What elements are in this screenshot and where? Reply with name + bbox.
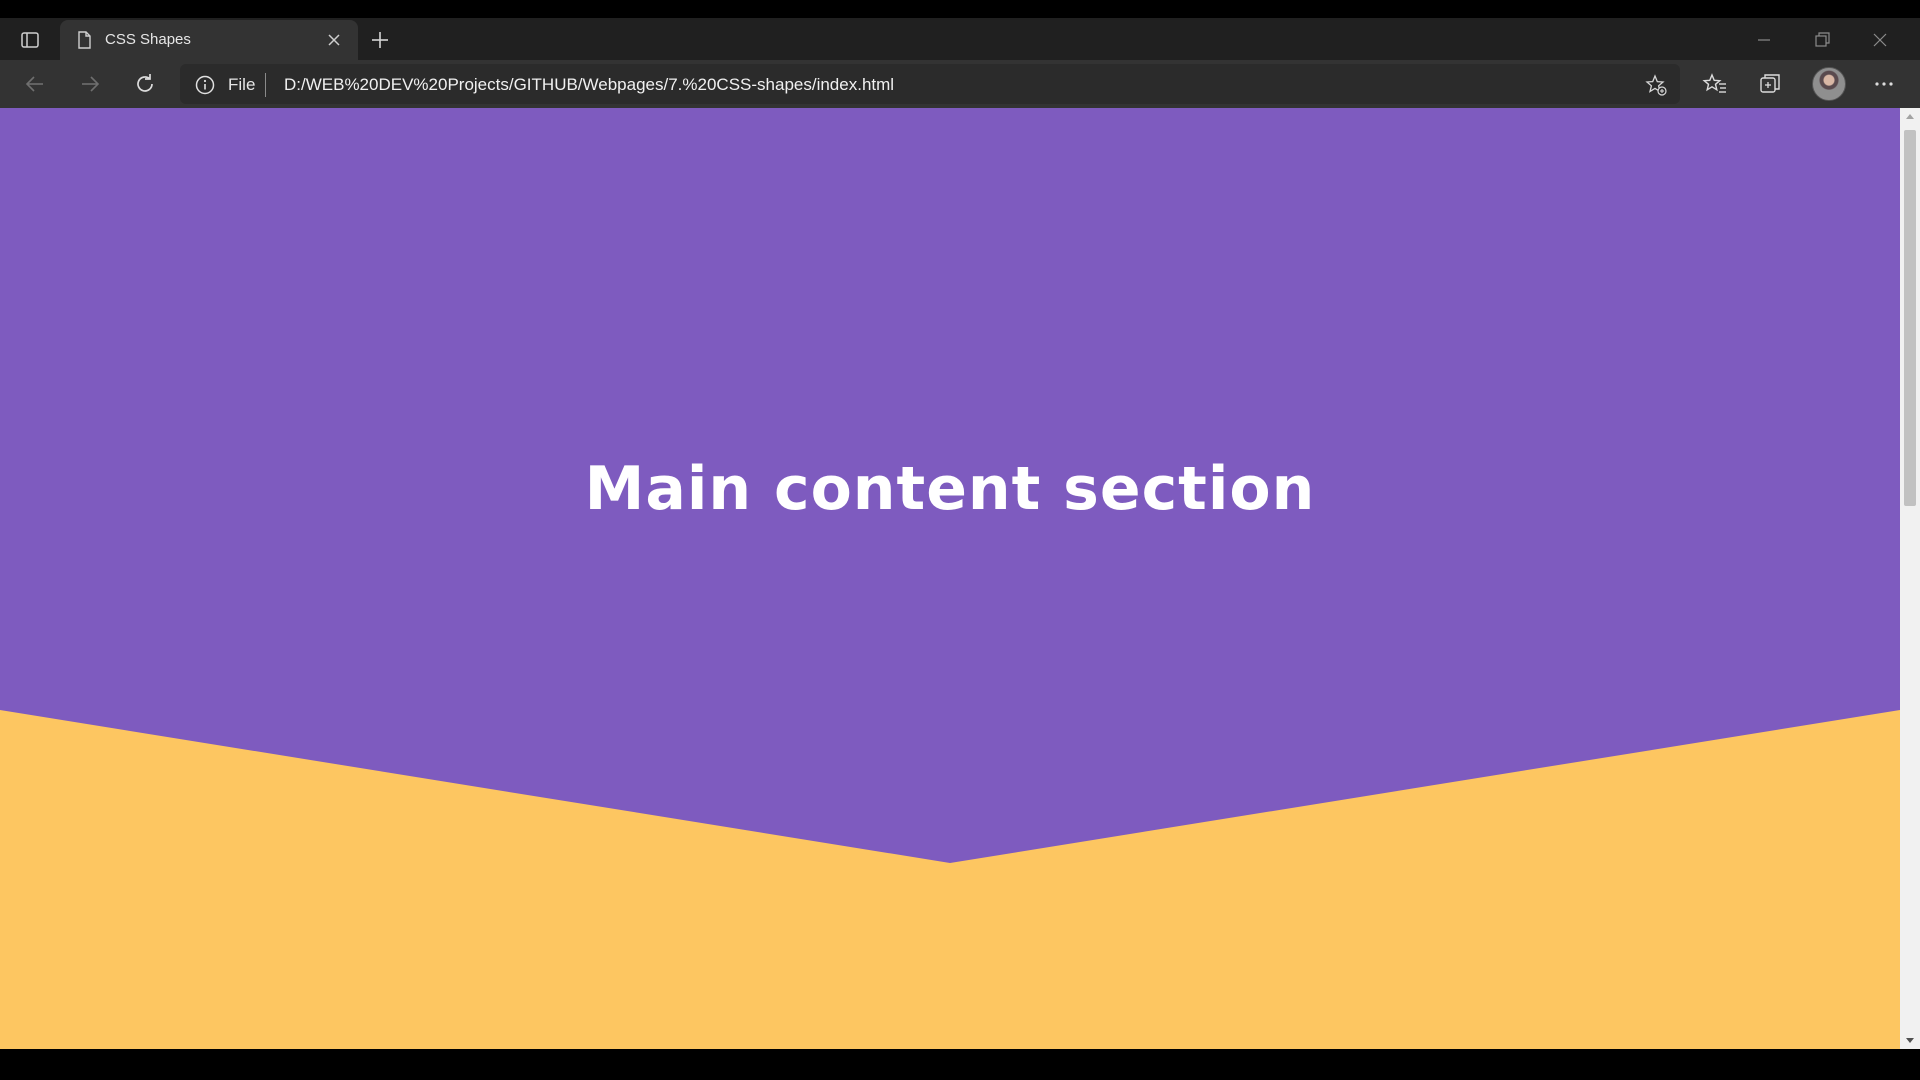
more-icon[interactable]	[1870, 70, 1898, 98]
info-icon[interactable]	[194, 74, 216, 96]
url-scheme-label: File	[228, 75, 256, 94]
address-bar[interactable]: File D:/WEB%20DEV%20Projects/GITHUB/Webp…	[180, 64, 1680, 104]
window-top-edge	[0, 0, 1920, 18]
refresh-icon[interactable]	[131, 70, 159, 98]
document-icon	[78, 31, 91, 49]
tab-css-shapes[interactable]: CSS Shapes	[60, 20, 358, 60]
close-icon[interactable]	[324, 30, 344, 50]
page-viewport: Main content section	[0, 108, 1900, 1049]
browser-window: CSS Shapes File D:/WEB%20DEV%20Projects/…	[0, 0, 1920, 1080]
back-arrow-icon[interactable]	[21, 70, 49, 98]
navigation-toolbar: File D:/WEB%20DEV%20Projects/GITHUB/Webp…	[0, 60, 1920, 109]
scroll-up-arrow-icon[interactable]	[1900, 108, 1920, 126]
vertical-scrollbar[interactable]	[1900, 108, 1920, 1049]
scroll-down-arrow-icon[interactable]	[1900, 1031, 1920, 1049]
collections-icon[interactable]	[1756, 70, 1784, 98]
minimize-icon[interactable]	[1750, 26, 1778, 54]
url-text[interactable]: D:/WEB%20DEV%20Projects/GITHUB/Webpages/…	[284, 74, 894, 96]
star-add-icon[interactable]	[1644, 73, 1668, 97]
tab-actions-button[interactable]	[12, 26, 48, 54]
plus-icon[interactable]	[366, 26, 394, 54]
profile-avatar[interactable]	[1812, 67, 1846, 101]
window-bottom-edge	[0, 1049, 1920, 1080]
window-controls	[1740, 18, 1920, 60]
scrollbar-thumb[interactable]	[1904, 130, 1916, 506]
address-separator	[265, 73, 266, 97]
tab-title: CSS Shapes	[105, 31, 191, 48]
hero-title: Main content section	[584, 454, 1316, 524]
restore-icon[interactable]	[1808, 26, 1836, 54]
favorites-icon[interactable]	[1701, 70, 1729, 98]
forward-arrow-icon[interactable]	[76, 70, 104, 98]
tab-bar: CSS Shapes	[0, 18, 1920, 60]
tab-actions-icon	[21, 32, 39, 48]
close-window-icon[interactable]	[1866, 26, 1894, 54]
